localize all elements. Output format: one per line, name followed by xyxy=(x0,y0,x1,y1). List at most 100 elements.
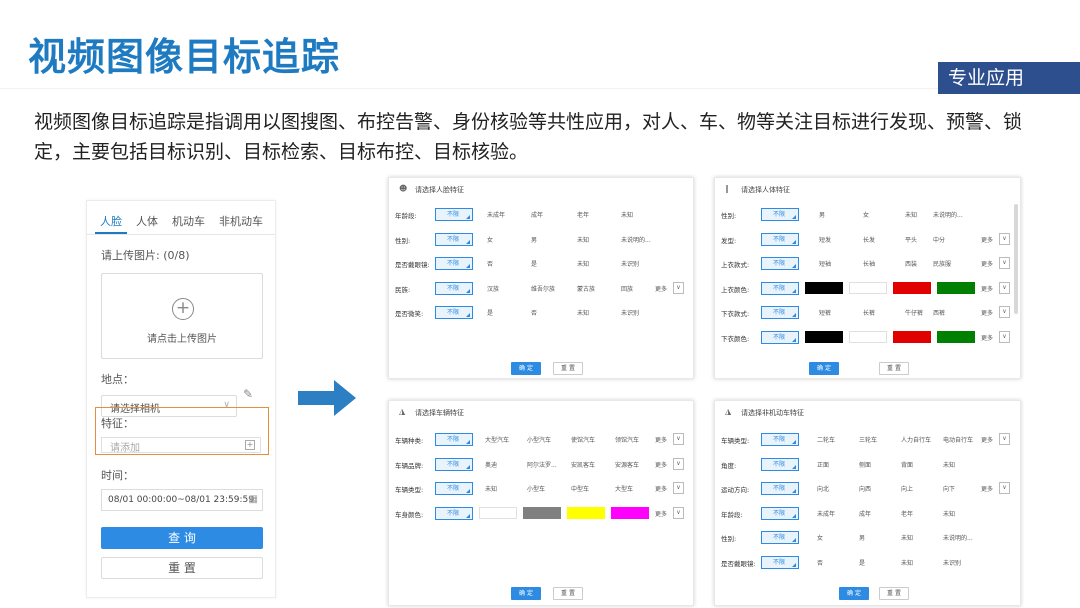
more-link[interactable]: 更多 xyxy=(981,259,993,268)
filter-option[interactable]: 女 xyxy=(817,533,823,542)
filter-option[interactable]: 老年 xyxy=(901,509,913,518)
add-icon[interactable]: + xyxy=(245,440,255,450)
unlimited-option[interactable]: 不限 xyxy=(435,257,473,270)
filter-option[interactable]: 老年 xyxy=(577,210,589,219)
more-link[interactable]: 更多 xyxy=(981,308,993,317)
unlimited-option[interactable]: 不限 xyxy=(761,232,799,246)
chevron-down-icon[interactable]: ∨ xyxy=(673,482,684,494)
chevron-down-icon[interactable]: ∨ xyxy=(999,281,1010,294)
more-link[interactable]: 更多 xyxy=(655,509,667,518)
unlimited-option[interactable]: 不限 xyxy=(761,306,799,319)
filter-option[interactable]: 成年 xyxy=(531,210,543,219)
unlimited-option[interactable]: 不限 xyxy=(761,330,799,344)
chevron-down-icon[interactable]: ∨ xyxy=(999,330,1010,343)
confirm-button[interactable]: 确 定 xyxy=(511,587,541,600)
filter-option[interactable]: 是 xyxy=(859,558,865,567)
color-swatch[interactable] xyxy=(849,281,887,294)
filter-option[interactable]: 回族 xyxy=(621,284,633,293)
unlimited-option[interactable]: 不限 xyxy=(761,506,799,520)
filter-option[interactable]: 牛仔裤 xyxy=(905,308,923,317)
color-swatch[interactable] xyxy=(893,330,931,343)
dialog-reset-button[interactable]: 重 置 xyxy=(553,362,583,375)
color-swatch[interactable] xyxy=(479,506,517,519)
confirm-button[interactable]: 确 定 xyxy=(809,362,839,375)
filter-option[interactable]: 未成年 xyxy=(487,210,505,219)
filter-option[interactable]: 电动自行车 xyxy=(943,435,973,444)
filter-option[interactable]: 女 xyxy=(487,235,493,244)
dialog-reset-button[interactable]: 重 置 xyxy=(879,362,909,375)
filter-option[interactable]: 西装 xyxy=(905,259,917,268)
color-swatch[interactable] xyxy=(805,330,843,343)
filter-option[interactable]: 侧面 xyxy=(859,460,871,469)
tab-body[interactable]: 人体 xyxy=(131,201,163,234)
filter-option[interactable]: 长袖 xyxy=(863,259,875,268)
more-link[interactable]: 更多 xyxy=(981,284,993,293)
confirm-button[interactable]: 确 定 xyxy=(839,587,869,600)
filter-option[interactable]: 未识别 xyxy=(621,259,639,268)
unlimited-option[interactable]: 不限 xyxy=(761,208,799,221)
filter-option[interactable]: 长裤 xyxy=(863,308,875,317)
filter-option[interactable]: 平头 xyxy=(905,235,917,244)
filter-option[interactable]: 未知 xyxy=(943,460,955,469)
filter-option[interactable]: 人力自行车 xyxy=(901,435,931,444)
color-swatch[interactable] xyxy=(805,281,843,294)
color-swatch[interactable] xyxy=(523,506,561,519)
filter-option[interactable]: 中型车 xyxy=(571,484,589,493)
chevron-down-icon[interactable]: ∨ xyxy=(999,232,1010,245)
chevron-down-icon[interactable]: ∨ xyxy=(673,506,684,519)
filter-option[interactable]: 安源客车 xyxy=(615,460,639,469)
filter-option[interactable]: 奥迪 xyxy=(485,460,497,469)
filter-option[interactable]: 未成年 xyxy=(817,509,835,518)
filter-option[interactable]: 领馆汽车 xyxy=(615,435,639,444)
unlimited-option[interactable]: 不限 xyxy=(435,208,473,221)
unlimited-option[interactable]: 不限 xyxy=(435,281,473,295)
filter-option[interactable]: 中分 xyxy=(933,235,945,244)
filter-option[interactable]: 向北 xyxy=(817,484,829,493)
filter-option[interactable]: 短裤 xyxy=(819,308,831,317)
more-link[interactable]: 更多 xyxy=(655,284,667,293)
more-link[interactable]: 更多 xyxy=(655,460,667,469)
filter-option[interactable]: 男 xyxy=(819,210,825,219)
chevron-down-icon[interactable]: ∨ xyxy=(999,482,1010,494)
unlimited-option[interactable]: 不限 xyxy=(435,482,473,495)
filter-option[interactable]: 未识别 xyxy=(621,308,639,317)
filter-option[interactable]: 未识别 xyxy=(943,558,961,567)
more-link[interactable]: 更多 xyxy=(981,333,993,342)
filter-option[interactable]: 未说明的... xyxy=(933,210,963,219)
filter-option[interactable]: 男 xyxy=(531,235,537,244)
filter-option[interactable]: 西裤 xyxy=(933,308,945,317)
chevron-down-icon[interactable]: ∨ xyxy=(673,281,684,294)
filter-option[interactable]: 未知 xyxy=(485,484,497,493)
reset-button[interactable]: 重 置 xyxy=(101,557,263,579)
feature-input[interactable]: 请添加 + xyxy=(101,437,261,454)
unlimited-option[interactable]: 不限 xyxy=(761,482,799,495)
filter-option[interactable]: 否 xyxy=(487,259,493,268)
filter-option[interactable]: 未知 xyxy=(577,259,589,268)
filter-option[interactable]: 男 xyxy=(859,533,865,542)
filter-option[interactable]: 未知 xyxy=(577,235,589,244)
filter-option[interactable]: 小型车 xyxy=(527,484,545,493)
unlimited-option[interactable]: 不限 xyxy=(761,433,799,446)
filter-option[interactable]: 大型车 xyxy=(615,484,633,493)
filter-option[interactable]: 向西 xyxy=(859,484,871,493)
filter-option[interactable]: 汉族 xyxy=(487,284,499,293)
more-link[interactable]: 更多 xyxy=(981,235,993,244)
unlimited-option[interactable]: 不限 xyxy=(435,306,473,319)
filter-option[interactable]: 三轮车 xyxy=(859,435,877,444)
scrollbar[interactable] xyxy=(1014,204,1018,314)
filter-option[interactable]: 阿尔法罗... xyxy=(527,460,557,469)
filter-option[interactable]: 二轮车 xyxy=(817,435,835,444)
upload-area[interactable]: + 请点击上传图片 xyxy=(101,273,263,359)
filter-option[interactable]: 未知 xyxy=(901,558,913,567)
filter-option[interactable]: 蒙古族 xyxy=(577,284,595,293)
confirm-button[interactable]: 确 定 xyxy=(511,362,541,375)
chevron-down-icon[interactable]: ∨ xyxy=(673,433,684,445)
filter-option[interactable]: 背面 xyxy=(901,460,913,469)
chevron-down-icon[interactable]: ∨ xyxy=(999,306,1010,318)
more-link[interactable]: 更多 xyxy=(655,435,667,444)
filter-option[interactable]: 女 xyxy=(863,210,869,219)
tab-nonmotor[interactable]: 非机动车 xyxy=(214,201,268,234)
more-link[interactable]: 更多 xyxy=(655,484,667,493)
chevron-down-icon[interactable]: ∨ xyxy=(673,457,684,470)
dialog-reset-button[interactable]: 重 置 xyxy=(553,587,583,600)
